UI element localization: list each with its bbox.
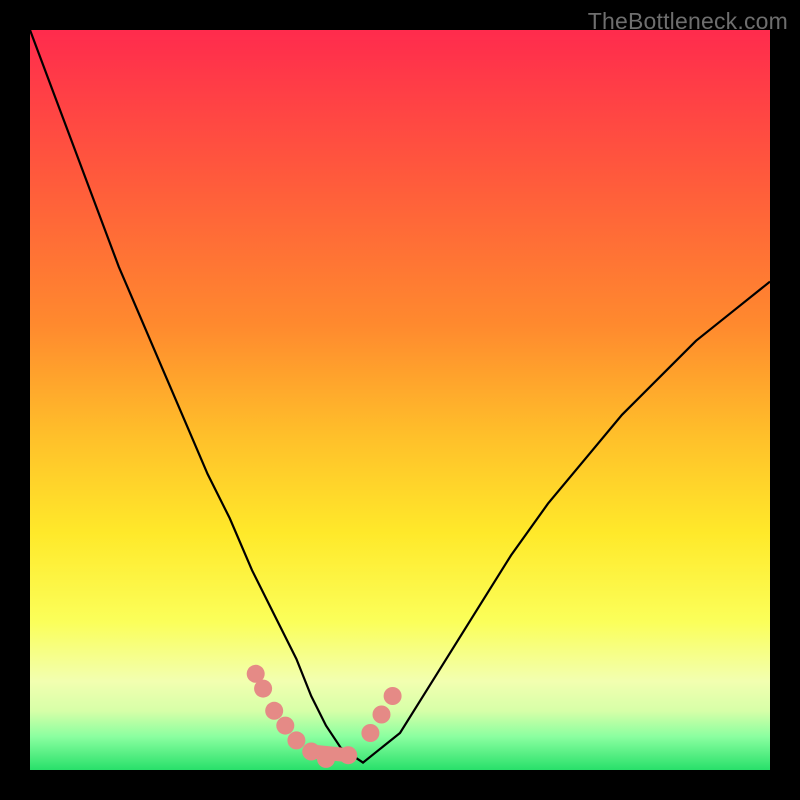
marker-dot (254, 680, 272, 698)
marker-dot (384, 687, 402, 705)
bottleneck-curve (30, 30, 770, 770)
curve-line (30, 30, 770, 763)
marker-dot (361, 724, 379, 742)
chart-frame: TheBottleneck.com (0, 0, 800, 800)
marker-dot (287, 731, 305, 749)
curve-flat-segment (311, 752, 348, 756)
marker-dot (276, 717, 294, 735)
watermark-text: TheBottleneck.com (588, 8, 788, 35)
marker-dot (373, 706, 391, 724)
marker-dot (265, 702, 283, 720)
plot-area (30, 30, 770, 770)
